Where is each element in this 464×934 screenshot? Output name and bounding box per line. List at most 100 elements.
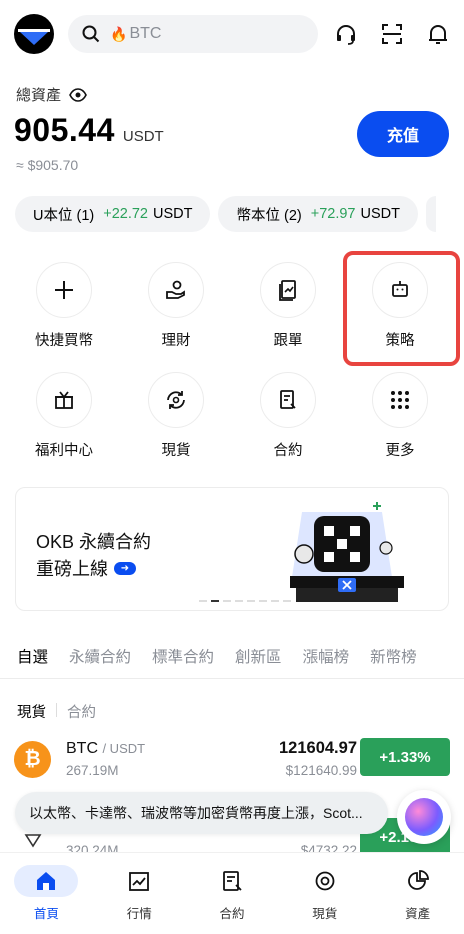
promo-banner[interactable]: OKB 永續合約 重磅上線 ➜	[15, 487, 449, 611]
copy-trade-icon	[260, 262, 316, 318]
tab-new-listings[interactable]: 新幣榜	[370, 645, 417, 667]
shortcut-label: 策略	[385, 333, 415, 349]
banner-subtitle: 重磅上線 ➜	[36, 555, 136, 581]
shortcut-more[interactable]: 更多	[344, 370, 456, 480]
carousel-dot	[247, 600, 255, 602]
fire-icon: 🔥	[110, 25, 128, 42]
pair-quote: / USDT	[102, 741, 146, 756]
okb-promo-illustration	[290, 502, 404, 602]
nav-markets[interactable]: 行情	[93, 853, 186, 934]
banner-title: OKB 永續合約	[36, 532, 152, 552]
ai-assistant-icon[interactable]	[397, 790, 451, 844]
headset-icon[interactable]	[334, 22, 358, 46]
scan-icon[interactable]	[380, 22, 404, 46]
pair-fiat-price: $121640.99	[285, 763, 357, 778]
gift-icon	[36, 372, 92, 428]
pill-partial[interactable]	[425, 196, 436, 232]
total-assets-text: 總資產	[16, 87, 62, 104]
spot-exchange-icon	[148, 372, 204, 428]
nav-home[interactable]: 首頁	[0, 853, 93, 934]
shortcut-label: 更多	[385, 443, 415, 459]
shortcut-strategy[interactable]: 策略	[344, 260, 456, 370]
carousel-dot	[199, 600, 207, 602]
total-assets-label: 總資產	[16, 84, 87, 105]
subtab-divider	[56, 703, 57, 717]
carousel-dots	[199, 600, 291, 602]
pill-change: +72.97	[310, 206, 356, 222]
shortcut-futures[interactable]: 合約	[232, 370, 344, 480]
home-icon	[14, 865, 79, 897]
banner-subtitle-text: 重磅上線	[36, 559, 108, 579]
search-bar[interactable]: 🔥 BTC	[68, 15, 318, 53]
shortcut-earn[interactable]: 理財	[120, 260, 232, 370]
top-header: 🔥 BTC	[14, 12, 450, 56]
tab-perpetual[interactable]: 永續合約	[69, 645, 131, 667]
deposit-button[interactable]: 充值	[357, 111, 449, 157]
carousel-dot	[223, 600, 231, 602]
pair-symbol: BTC / USDT	[66, 740, 145, 758]
subtab-spot[interactable]: 現貨	[17, 701, 46, 722]
carousel-dot	[259, 600, 267, 602]
contract-doc-icon	[260, 372, 316, 428]
market-tabs: 自選 永續合約 標準合約 創新區 漲幅榜 新幣榜	[17, 645, 417, 667]
contract-icon	[200, 865, 264, 897]
bell-icon[interactable]	[426, 22, 450, 46]
news-toast[interactable]: 以太幣、卡達幣、瑞波幣等加密貨幣再度上漲，Scot...	[15, 792, 388, 834]
pair-price: 121604.97	[279, 739, 357, 757]
nav-spot[interactable]: 現貨	[278, 853, 371, 934]
shortcut-spot[interactable]: 現貨	[120, 370, 232, 480]
app-logo-icon[interactable]	[14, 14, 54, 54]
shortcut-label: 理財	[161, 333, 191, 349]
tab-gainers[interactable]: 漲幅榜	[303, 645, 350, 667]
shortcut-label: 跟單	[273, 333, 303, 349]
bottom-nav: 首頁 行情 合約 現貨 資產	[0, 852, 464, 934]
nav-assets[interactable]: 資產	[371, 853, 464, 934]
btc-coin-icon: ₿	[14, 741, 51, 778]
carousel-dot-active	[211, 600, 219, 602]
carousel-dot	[235, 600, 243, 602]
balance-value: 905.44	[14, 112, 115, 148]
shortcut-label: 快捷買幣	[35, 333, 93, 349]
shortcut-quick-buy[interactable]: 快捷買幣	[8, 260, 120, 370]
search-icon	[82, 25, 100, 43]
hand-coin-icon	[148, 262, 204, 318]
carousel-dot	[283, 600, 291, 602]
pair-change-badge[interactable]: +1.33%	[360, 738, 450, 776]
pill-coin-margined[interactable]: 幣本位 (2) +72.97 USDT	[218, 196, 418, 232]
eye-icon[interactable]	[69, 87, 87, 102]
nav-label: 合約	[219, 907, 245, 921]
pill-change: +22.72	[103, 206, 148, 222]
balance-currency: USDT	[122, 128, 164, 145]
subtab-futures[interactable]: 合約	[67, 701, 96, 722]
balance-fiat: ≈ $905.70	[16, 157, 79, 173]
plus-icon	[36, 262, 92, 318]
robot-icon	[372, 262, 428, 318]
grid-dots-icon	[372, 372, 428, 428]
pair-volume: 267.19M	[66, 763, 119, 778]
tab-standard-futures[interactable]: 標準合約	[152, 645, 214, 667]
carousel-dot	[271, 600, 279, 602]
pair-base: BTC	[66, 740, 98, 757]
shortcut-label: 福利中心	[35, 443, 93, 459]
shortcut-grid: 快捷買幣 理財 跟單 策略 福利中心 現貨 合約 更多	[8, 260, 456, 480]
arrow-right-icon: ➜	[114, 561, 136, 575]
shortcut-label: 現貨	[161, 443, 191, 459]
pill-label: 幣本位 (2)	[236, 207, 302, 224]
nav-label: 行情	[126, 907, 152, 921]
market-subtabs: 現貨 合約	[17, 701, 96, 722]
balance: 905.44 USDT	[14, 112, 164, 149]
market-row-btc[interactable]: ₿ BTC / USDT 267.19M 121604.97 $121640.9…	[14, 738, 450, 788]
nav-futures[interactable]: 合約	[186, 853, 279, 934]
pill-usdt-margined[interactable]: U本位 (1) +22.72 USDT	[15, 196, 211, 232]
tab-divider	[0, 678, 464, 679]
nav-label: 現貨	[312, 907, 338, 921]
spot-icon	[293, 865, 357, 897]
nav-label: 資產	[405, 907, 431, 921]
shortcut-copy-trade[interactable]: 跟單	[232, 260, 344, 370]
tab-innovation[interactable]: 創新區	[235, 645, 282, 667]
search-input[interactable]: BTC	[129, 25, 161, 43]
pnl-pills: U本位 (1) +22.72 USDT 幣本位 (2) +72.97 USDT	[15, 196, 436, 232]
shortcut-rewards[interactable]: 福利中心	[8, 370, 120, 480]
pill-unit: USDT	[153, 206, 193, 222]
tab-favorites[interactable]: 自選	[17, 645, 48, 667]
